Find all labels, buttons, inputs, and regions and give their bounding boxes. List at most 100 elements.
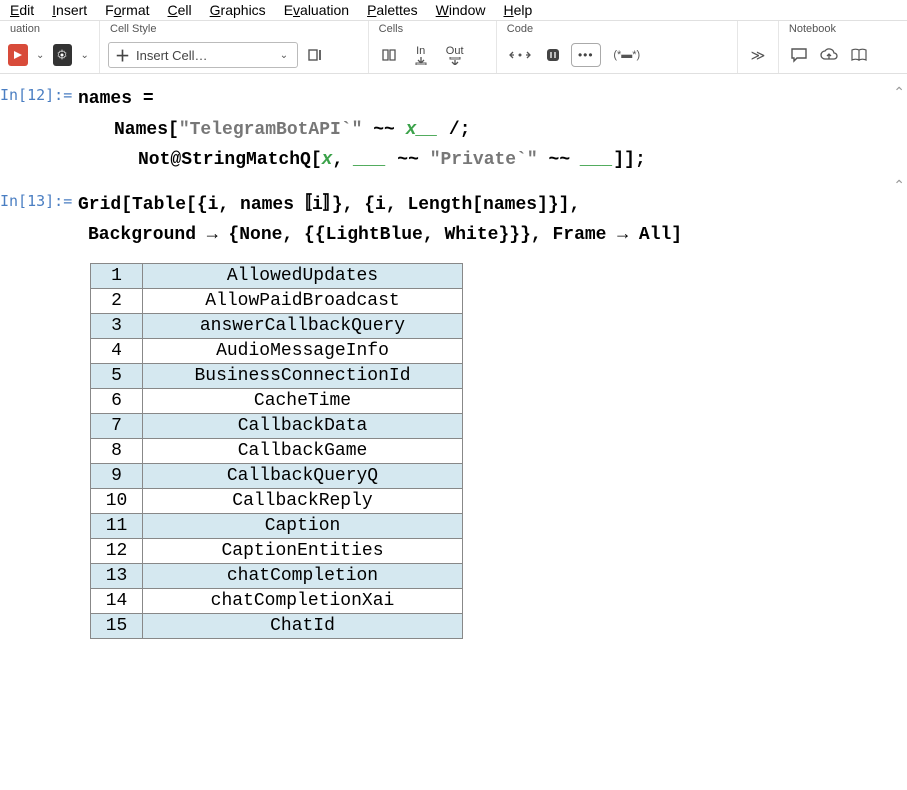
- in-cell-button[interactable]: In: [407, 43, 435, 67]
- balance-brackets-button[interactable]: [541, 43, 565, 67]
- out-arrow-icon: [448, 57, 462, 65]
- notebook-area: In[12]:= names = Names["TelegramBotAPI`"…: [0, 74, 907, 639]
- menu-edit[interactable]: Edit: [10, 2, 34, 18]
- in-label: In: [416, 45, 425, 57]
- menu-graphics[interactable]: Graphics: [210, 2, 266, 18]
- insert-cell-label: Insert Cell…: [136, 48, 208, 63]
- grid-index-cell: 7: [91, 413, 143, 438]
- menu-evaluation[interactable]: Evaluation: [284, 2, 349, 18]
- collapse-toolbar-button[interactable]: ≫: [746, 43, 770, 67]
- grid-index-cell: 13: [91, 563, 143, 588]
- gear-icon: [56, 49, 68, 61]
- evaluation-settings-button[interactable]: [53, 44, 73, 66]
- section-label-cells: Cells: [377, 21, 488, 37]
- grid-value-cell: Caption: [143, 513, 463, 538]
- cell-bracket-button[interactable]: [304, 43, 328, 67]
- toolbar-section-cells: Cells In Out: [369, 21, 497, 73]
- grid-value-cell: AudioMessageInfo: [143, 338, 463, 363]
- toolbar-section-code: Code ••• (*▬*): [497, 21, 738, 73]
- table-row: 5BusinessConnectionId: [91, 363, 463, 388]
- cell-label-in13: In[13]:=: [0, 192, 72, 210]
- comment-button[interactable]: (*▬*): [607, 43, 647, 67]
- menu-palettes[interactable]: Palettes: [367, 2, 418, 18]
- grid-value-cell: CallbackQueryQ: [143, 463, 463, 488]
- grid-value-cell: ChatId: [143, 613, 463, 638]
- toolbar-section-evaluation: uation ⌄ ⌄: [0, 21, 100, 73]
- grid-index-cell: 11: [91, 513, 143, 538]
- table-row: 11Caption: [91, 513, 463, 538]
- table-row: 3answerCallbackQuery: [91, 313, 463, 338]
- comment-icon: (*▬*): [613, 49, 640, 61]
- menu-format[interactable]: Format: [105, 2, 149, 18]
- iconize-button[interactable]: •••: [571, 43, 601, 67]
- grid-index-cell: 12: [91, 538, 143, 563]
- grid-index-cell: 1: [91, 263, 143, 288]
- section-label-notebook: Notebook: [787, 21, 899, 37]
- output-grid: 1AllowedUpdates2AllowPaidBroadcast3answe…: [90, 263, 463, 639]
- menu-insert[interactable]: Insert: [52, 2, 87, 18]
- chat-icon: [790, 47, 808, 63]
- table-row: 14chatCompletionXai: [91, 588, 463, 613]
- grid-index-cell: 6: [91, 388, 143, 413]
- divide-cell-button[interactable]: [377, 43, 401, 67]
- chevron-down-icon: ⌄: [277, 50, 291, 61]
- menubar: Edit Insert Format Cell Graphics Evaluat…: [0, 0, 907, 21]
- cell-bracket-gutter[interactable]: ⌃ ⌃: [893, 84, 905, 194]
- menu-help[interactable]: Help: [503, 2, 532, 18]
- plus-icon: ＋: [115, 45, 130, 66]
- grid-value-cell: chatCompletionXai: [143, 588, 463, 613]
- grid-index-cell: 8: [91, 438, 143, 463]
- grid-index-cell: 10: [91, 488, 143, 513]
- insert-cell-dropdown[interactable]: ＋ Insert Cell… ⌄: [108, 42, 298, 68]
- out-cell-button[interactable]: Out: [441, 43, 469, 67]
- documentation-button[interactable]: [847, 43, 871, 67]
- publish-button[interactable]: [817, 43, 841, 67]
- input-cell-12[interactable]: In[12]:= names = Names["TelegramBotAPI`"…: [0, 84, 897, 176]
- table-row: 10CallbackReply: [91, 488, 463, 513]
- grid-index-cell: 4: [91, 338, 143, 363]
- table-row: 7CallbackData: [91, 413, 463, 438]
- grid-value-cell: CallbackData: [143, 413, 463, 438]
- book-icon: [850, 47, 868, 63]
- extend-selection-icon: [509, 48, 531, 62]
- evaluate-button[interactable]: [8, 44, 28, 66]
- grid-value-cell: CaptionEntities: [143, 538, 463, 563]
- cell-code-13[interactable]: Grid[Table[{i, names〚i〛}, {i, Length[nam…: [72, 190, 897, 251]
- evaluate-dropdown[interactable]: ⌄: [34, 50, 47, 61]
- toolbar: uation ⌄ ⌄ Cell Style ＋ Insert Cell… ⌄: [0, 21, 907, 74]
- section-label-cellstyle: Cell Style: [108, 21, 360, 37]
- table-row: 8CallbackGame: [91, 438, 463, 463]
- menu-window[interactable]: Window: [436, 2, 486, 18]
- output-cell-13: 1AllowedUpdates2AllowPaidBroadcast3answe…: [0, 255, 897, 639]
- grid-value-cell: AllowPaidBroadcast: [143, 288, 463, 313]
- cell-bracket-marker[interactable]: ⌃: [893, 84, 905, 101]
- grid-index-cell: 3: [91, 313, 143, 338]
- grid-index-cell: 15: [91, 613, 143, 638]
- section-label-code: Code: [505, 21, 729, 37]
- cell-code-12[interactable]: names = Names["TelegramBotAPI`" ~~ x__ /…: [72, 84, 897, 176]
- table-row: 9CallbackQueryQ: [91, 463, 463, 488]
- input-cell-13[interactable]: In[13]:= Grid[Table[{i, names〚i〛}, {i, L…: [0, 190, 897, 251]
- cell-bracket-icon: [307, 47, 325, 63]
- cell-label-in12: In[12]:=: [0, 86, 72, 104]
- grid-value-cell: CacheTime: [143, 388, 463, 413]
- divide-cell-icon: [380, 47, 398, 63]
- chat-button[interactable]: [787, 43, 811, 67]
- grid-value-cell: CallbackReply: [143, 488, 463, 513]
- grid-value-cell: AllowedUpdates: [143, 263, 463, 288]
- toolbar-section-notebook: Notebook: [779, 21, 907, 73]
- grid-index-cell: 9: [91, 463, 143, 488]
- out-label: Out: [446, 45, 464, 57]
- cloud-upload-icon: [820, 47, 838, 63]
- grid-index-cell: 2: [91, 288, 143, 313]
- grid-value-cell: chatCompletion: [143, 563, 463, 588]
- extend-selection-button[interactable]: [505, 43, 535, 67]
- table-row: 6CacheTime: [91, 388, 463, 413]
- settings-dropdown[interactable]: ⌄: [78, 50, 91, 61]
- table-row: 4AudioMessageInfo: [91, 338, 463, 363]
- cell-bracket-marker[interactable]: ⌃: [893, 177, 905, 194]
- menu-cell[interactable]: Cell: [168, 2, 192, 18]
- ellipsis-icon: •••: [578, 48, 594, 62]
- grid-value-cell: BusinessConnectionId: [143, 363, 463, 388]
- in-arrow-icon: [414, 57, 428, 65]
